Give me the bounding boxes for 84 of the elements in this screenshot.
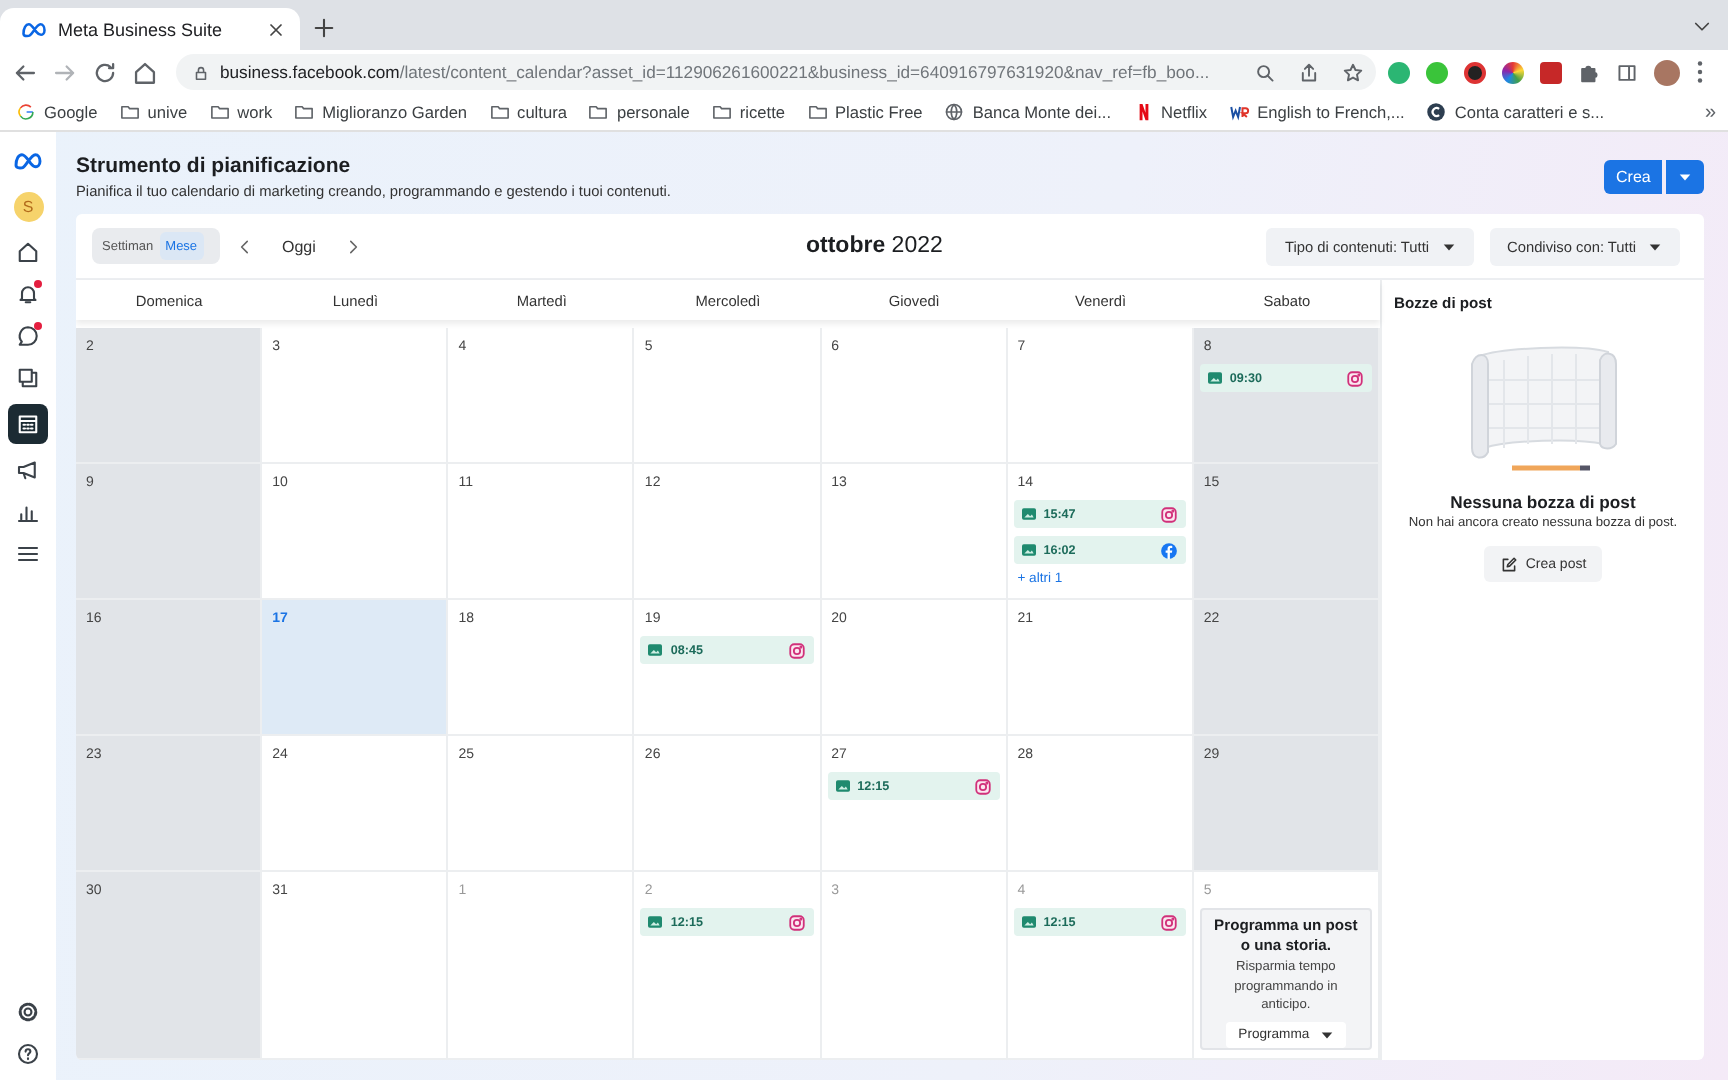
bookmark-link[interactable]: Miglioranzo Garden (294, 102, 468, 122)
share-icon[interactable] (1298, 61, 1320, 83)
edit-icon (1499, 555, 1518, 573)
instagram-icon (787, 913, 806, 931)
bookmark-link[interactable]: ricette (711, 102, 785, 122)
image-icon (648, 644, 663, 656)
google-icon (16, 102, 36, 122)
image-icon (835, 780, 850, 792)
folder-icon (711, 102, 732, 122)
caret-icon (1319, 1027, 1334, 1041)
empty-state-title: Nessuna bozza di post (1450, 492, 1636, 512)
caret-icon (1678, 169, 1692, 183)
folder-icon (489, 102, 510, 122)
bookmark-link[interactable]: work (209, 102, 273, 122)
profile-avatar[interactable] (1654, 59, 1680, 85)
menu-icon (16, 542, 40, 566)
star-icon[interactable] (1342, 61, 1364, 83)
image-icon (648, 916, 663, 928)
zoom-icon[interactable] (1254, 61, 1276, 83)
bookmark-link[interactable]: Conta caratteri e s... (1426, 102, 1605, 122)
folder-icon (119, 102, 140, 122)
bell-icon (16, 282, 40, 306)
month-title: ottobre 2022 (806, 234, 943, 258)
folder-icon (588, 102, 609, 122)
reload-icon[interactable] (92, 59, 118, 85)
lock-icon (192, 63, 210, 81)
instagram-icon (1159, 913, 1178, 931)
create-button[interactable]: Crea (1604, 159, 1662, 193)
chat-icon (16, 324, 40, 348)
image-icon (1207, 372, 1222, 384)
bookmark-link[interactable]: Banca Monte dei... (944, 102, 1111, 122)
caret-icon (1648, 239, 1663, 253)
new-tab-icon[interactable] (312, 16, 336, 40)
folder-icon (209, 102, 230, 122)
address-bar[interactable]: business.facebook.com/latest/content_calendar?asset_id=112906261600221&business_id=640916797631920&nav_ref=fb_boo... (176, 54, 1376, 90)
browser-tab[interactable]: Meta Business Suite (0, 8, 300, 50)
c-logo-icon (1426, 102, 1447, 122)
notification-dot (34, 322, 42, 330)
instagram-icon (1346, 369, 1364, 387)
caret-icon (1441, 239, 1456, 253)
bookmark-link[interactable]: unive (119, 102, 188, 122)
today-button[interactable]: Oggi (270, 237, 328, 255)
meta-logo-icon (20, 20, 48, 38)
tab-title: Meta Business Suite (58, 19, 225, 39)
settings-icon[interactable] (16, 1000, 40, 1024)
instagram-icon (973, 777, 992, 795)
image-icon (1021, 508, 1036, 520)
wordreference-icon (1229, 102, 1250, 122)
bookmark-link[interactable]: English to French,... (1229, 102, 1405, 122)
bookmark-link[interactable]: Netflix (1133, 102, 1208, 122)
megaphone-icon (16, 458, 40, 482)
close-icon[interactable] (266, 19, 286, 39)
image-icon (1021, 544, 1036, 556)
more-bookmarks[interactable]: » (1704, 101, 1716, 123)
puzzle-icon[interactable] (1578, 61, 1600, 83)
bookmark-link[interactable]: personale (588, 102, 690, 122)
pages-icon (16, 366, 40, 390)
folder-icon (807, 102, 827, 122)
back-icon[interactable] (12, 59, 38, 85)
extension-icon[interactable] (1464, 61, 1486, 83)
more-icon[interactable] (1696, 60, 1704, 84)
url-text: business.facebook.com/latest/content_calendar?asset_id=112906261600221&business_id=640916797631920&nav_ref=fb_boo... (220, 62, 1210, 82)
previous-icon[interactable] (236, 237, 254, 255)
home-icon (16, 240, 40, 264)
globe-icon (944, 102, 965, 122)
instagram-icon (787, 641, 806, 659)
facebook-icon (1159, 541, 1178, 559)
bookmark-link[interactable]: cultura (489, 102, 567, 122)
bar-chart-icon (16, 500, 40, 524)
image-icon (1021, 916, 1036, 928)
folder-icon (294, 102, 315, 122)
calendar-icon (16, 412, 40, 436)
create-menu-button[interactable] (1666, 159, 1704, 193)
side-panel-icon[interactable] (1616, 61, 1638, 83)
instagram-icon (1159, 505, 1178, 523)
page-title: Strumento di pianificazione (76, 153, 353, 177)
nav-item[interactable] (8, 404, 48, 444)
notification-dot (34, 280, 42, 288)
home-icon[interactable] (132, 59, 158, 85)
bookmark-link[interactable]: Plastic Free (807, 102, 923, 122)
extension-icon[interactable] (1502, 61, 1524, 83)
help-icon[interactable] (16, 1042, 40, 1066)
meta-logo-icon (12, 150, 44, 170)
bookmark-link[interactable]: Google (16, 102, 98, 122)
